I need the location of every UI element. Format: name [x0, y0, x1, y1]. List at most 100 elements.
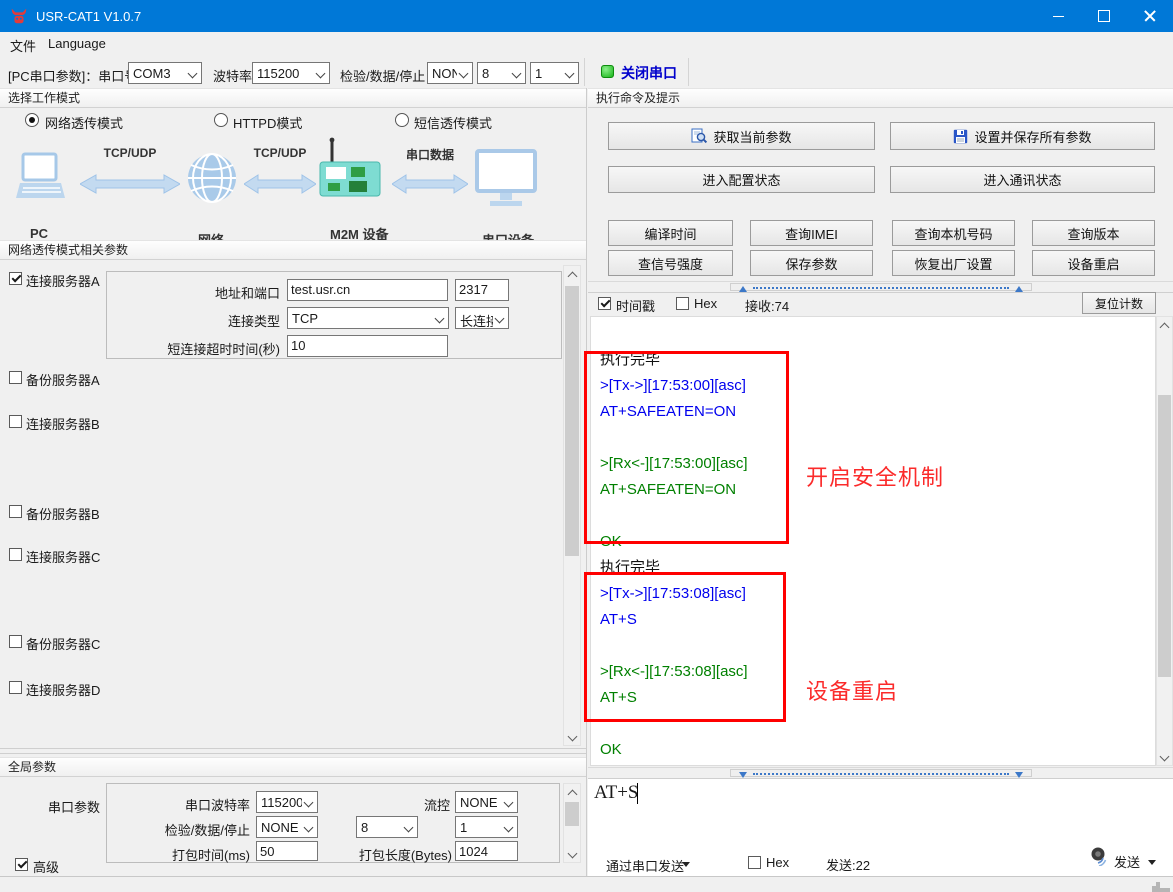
global-baud-select[interactable]: 115200: [256, 791, 318, 813]
advanced-checkbox[interactable]: [15, 858, 28, 871]
scrollbar-thumb[interactable]: [1158, 395, 1171, 677]
query-version-button[interactable]: 查询版本: [1032, 220, 1155, 246]
addr-port-label: 地址和端口: [106, 283, 280, 302]
save-params-button[interactable]: 保存参数: [750, 250, 873, 276]
menu-item-file[interactable]: 文件: [10, 36, 36, 55]
checkbox-backup-server-c[interactable]: [9, 635, 22, 648]
scroll-down-icon[interactable]: [568, 849, 578, 859]
query-signal-button[interactable]: 查信号强度: [608, 250, 733, 276]
port-input[interactable]: 2317: [455, 279, 509, 301]
radio-httpd-mode[interactable]: [214, 113, 228, 127]
scroll-down-icon[interactable]: [1160, 752, 1170, 762]
search-doc-icon: [691, 128, 707, 144]
radio-sms-mode-label: 短信透传模式: [414, 113, 492, 132]
horizontal-splitter[interactable]: [588, 767, 1173, 779]
chevron-down-icon: [504, 798, 514, 808]
splitter-arrow-icon: [739, 286, 747, 292]
get-params-button[interactable]: 获取当前参数: [608, 122, 875, 150]
send-hex-checkbox[interactable]: [748, 856, 761, 869]
timeout-label: 短连接超时时间(秒): [106, 339, 280, 358]
maximize-icon: [1098, 10, 1110, 22]
enter-comm-button[interactable]: 进入通讯状态: [890, 166, 1155, 193]
global-parity-select[interactable]: NONE: [256, 816, 318, 838]
close-icon: [1144, 10, 1156, 22]
parity-select[interactable]: NONE: [427, 62, 473, 84]
scroll-down-icon[interactable]: [568, 732, 578, 742]
conn-type-select[interactable]: TCP: [287, 307, 449, 329]
scroll-up-icon[interactable]: [568, 790, 578, 800]
databits-select[interactable]: 8: [477, 62, 526, 84]
server-checkbox-label: 备份服务器C: [26, 634, 100, 653]
compile-time-button[interactable]: 编译时间: [608, 220, 733, 246]
factory-reset-button[interactable]: 恢复出厂设置: [892, 250, 1015, 276]
menu-item-language[interactable]: Language: [48, 36, 106, 51]
global-scrollbar[interactable]: [563, 783, 581, 863]
radio-network-mode[interactable]: [25, 113, 39, 127]
baud-label: 波特率: [213, 66, 252, 85]
checkbox-connect-server-d[interactable]: [9, 681, 22, 694]
baud-select[interactable]: 115200: [252, 62, 330, 84]
monitor-icon: [474, 148, 538, 210]
red-annotation-box: [584, 572, 786, 722]
splitter-handle[interactable]: [730, 283, 1032, 291]
device-restart-button[interactable]: 设备重启: [1032, 250, 1155, 276]
chevron-down-icon: [435, 314, 445, 324]
log-scrollbar[interactable]: [1156, 316, 1173, 766]
chevron-down-icon: [495, 314, 505, 324]
flow-select[interactable]: NONE: [455, 791, 518, 813]
close-button[interactable]: [1127, 0, 1173, 32]
global-databits-select[interactable]: 8: [356, 816, 418, 838]
global-stopbits-select[interactable]: 1: [455, 816, 518, 838]
checkbox-connect-server-a[interactable]: [9, 272, 22, 285]
checkbox-connect-server-b[interactable]: [9, 415, 22, 428]
com-port-select[interactable]: COM3: [128, 62, 202, 84]
double-arrow-icon: [392, 174, 468, 194]
resize-grip[interactable]: [1160, 878, 1170, 888]
maximize-button[interactable]: [1081, 0, 1127, 32]
annotation-text: 开启安全机制: [806, 460, 944, 492]
checkbox-backup-server-b[interactable]: [9, 505, 22, 518]
minimize-button[interactable]: [1035, 0, 1081, 32]
app-window: USR-CAT1 V1.0.7 文件 Language [PC串口参数]：串口号…: [0, 0, 1173, 892]
chevron-down-icon: [316, 69, 326, 79]
reset-count-button[interactable]: 复位计数: [1082, 292, 1156, 314]
left-panel-scrollbar[interactable]: [563, 265, 581, 746]
radio-sms-mode[interactable]: [395, 113, 409, 127]
chevron-down-icon[interactable]: [682, 862, 690, 867]
checkbox-connect-server-c[interactable]: [9, 548, 22, 561]
scrollbar-thumb[interactable]: [565, 286, 579, 556]
set-save-button[interactable]: 设置并保存所有参数: [890, 122, 1155, 150]
chevron-down-icon[interactable]: [1148, 860, 1156, 865]
addr-input[interactable]: test.usr.cn: [287, 279, 448, 301]
splitter-handle[interactable]: [730, 769, 1032, 777]
timestamp-checkbox[interactable]: [598, 297, 611, 310]
pack-len-input[interactable]: 1024: [455, 841, 518, 861]
horizontal-splitter[interactable]: [0, 748, 586, 754]
port-open-indicator-icon: [601, 65, 614, 78]
section-header-net-params: 网络透传模式相关参数: [0, 240, 586, 260]
flow-label: 流控: [380, 795, 450, 814]
pack-len-label: 打包长度(Bytes): [340, 845, 452, 864]
server-checkbox-label: 备份服务器A: [26, 370, 100, 389]
scroll-up-icon[interactable]: [1160, 323, 1170, 333]
radio-httpd-mode-label: HTTPD模式: [233, 113, 302, 132]
conn-mode-select[interactable]: 长连接: [455, 307, 509, 329]
status-bar: [0, 876, 1173, 892]
radio-network-mode-label: 网络透传模式: [45, 113, 123, 132]
section-header-global-params: 全局参数: [0, 757, 586, 777]
checkbox-backup-server-a[interactable]: [9, 371, 22, 384]
pack-time-input[interactable]: 50: [256, 841, 318, 861]
server-checkbox-label: 连接服务器D: [26, 680, 100, 699]
recv-hex-checkbox[interactable]: [676, 297, 689, 310]
send-button[interactable]: 发送: [1114, 852, 1140, 871]
enter-config-button[interactable]: 进入配置状态: [608, 166, 875, 193]
scrollbar-thumb[interactable]: [565, 802, 579, 826]
scroll-up-icon[interactable]: [568, 272, 578, 282]
stopbits-select[interactable]: 1: [530, 62, 579, 84]
query-imei-button[interactable]: 查询IMEI: [750, 220, 873, 246]
section-header-work-mode: 选择工作模式: [0, 88, 586, 108]
timeout-input[interactable]: 10: [287, 335, 448, 357]
query-number-button[interactable]: 查询本机号码: [892, 220, 1015, 246]
close-port-button[interactable]: 关闭串口: [621, 63, 677, 83]
send-via-dropdown[interactable]: 通过串口发送: [606, 856, 684, 875]
